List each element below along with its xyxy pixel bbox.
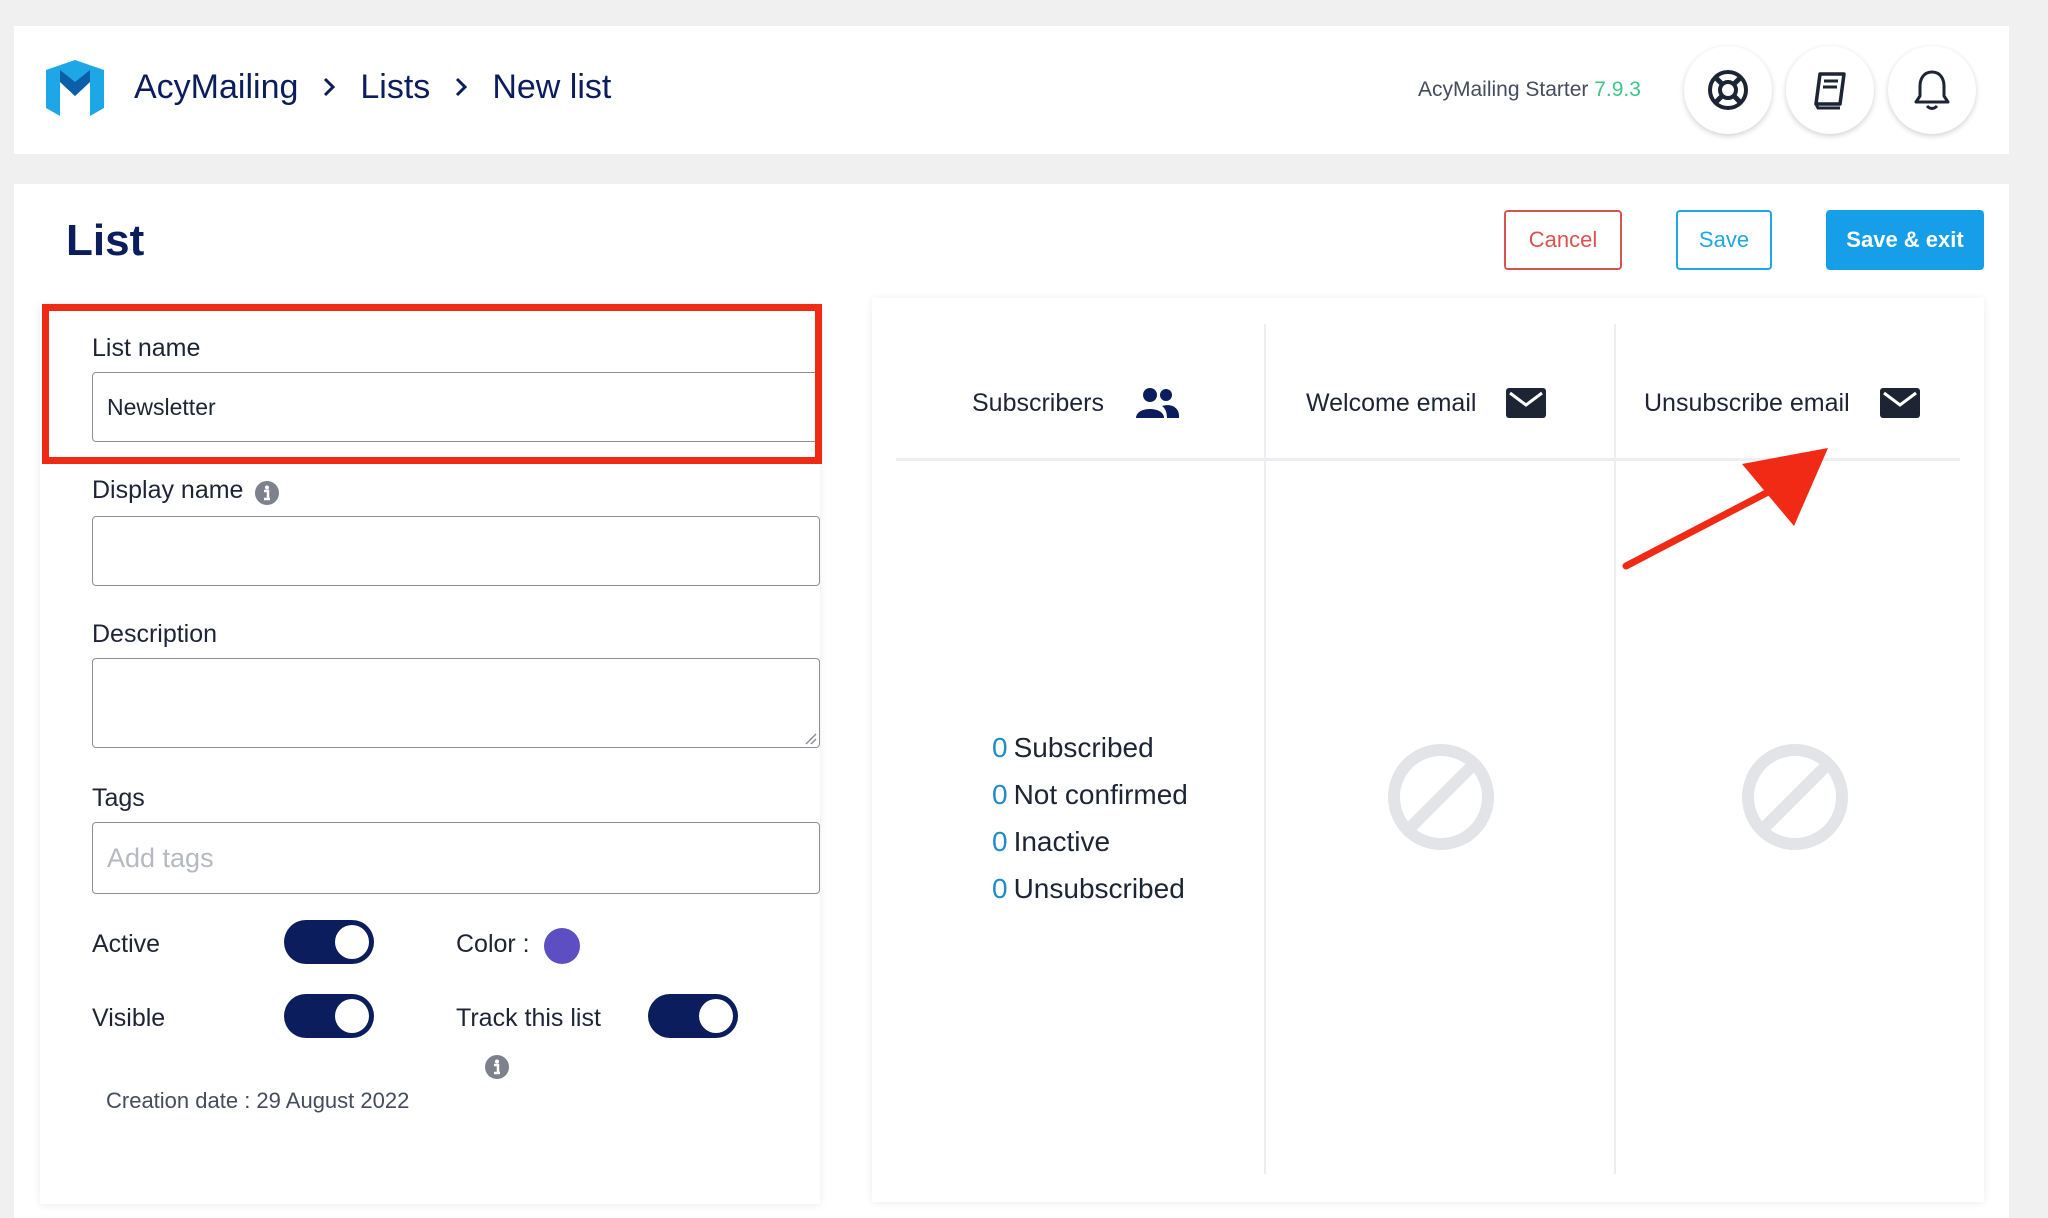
stat-inactive: 0 Inactive	[992, 826, 1110, 858]
resize-handle-icon[interactable]	[802, 730, 818, 746]
save-exit-button[interactable]: Save & exit	[1826, 210, 1984, 270]
info-icon[interactable]	[484, 1054, 510, 1080]
creation-date: Creation date : 29 August 2022	[106, 1088, 410, 1113]
disabled-icon	[1388, 744, 1494, 850]
support-icon	[1708, 70, 1748, 110]
list-name-label: List name	[92, 334, 201, 362]
display-name-input[interactable]	[92, 516, 820, 586]
toggle-knob	[699, 999, 733, 1033]
version-number: 7.9.3	[1594, 78, 1641, 101]
stat-label: Unsubscribed	[1013, 873, 1185, 904]
support-button[interactable]	[1684, 46, 1772, 134]
header-divider	[896, 458, 1960, 461]
toggle-knob	[335, 999, 369, 1033]
version-info: AcyMailing Starter 7.9.3	[1418, 78, 1641, 102]
visible-label: Visible	[92, 1004, 166, 1032]
breadcrumb-acymailing[interactable]: AcyMailing	[134, 68, 298, 107]
unsubscribe-email-heading: Unsubscribe email	[1644, 388, 1850, 417]
users-icon	[1136, 388, 1180, 418]
list-form-panel: List name Newsletter Display name Descri…	[40, 304, 820, 1204]
documentation-button[interactable]	[1786, 46, 1874, 134]
column-divider	[1614, 324, 1616, 1174]
column-divider	[1264, 324, 1266, 1174]
chevron-right-icon	[456, 77, 468, 97]
stat-not-confirmed: 0 Not confirmed	[992, 779, 1188, 811]
color-picker[interactable]	[544, 928, 580, 964]
subscribers-heading: Subscribers	[972, 388, 1104, 417]
toggle-knob	[335, 925, 369, 959]
breadcrumb-new-list: New list	[492, 67, 612, 106]
page-title: List	[66, 216, 145, 265]
stat-label: Subscribed	[1013, 732, 1154, 763]
unsubscribe-email-column-header: Unsubscribe email	[1644, 378, 1920, 428]
description-label: Description	[92, 620, 218, 648]
track-list-label: Track this list	[456, 1004, 601, 1032]
subscribers-column-header: Subscribers	[972, 378, 1180, 428]
welcome-email-column-header: Welcome email	[1306, 378, 1547, 428]
stat-count: 0	[992, 873, 1008, 904]
envelope-icon	[1879, 388, 1920, 418]
list-stats-panel: Subscribers Welcome email Unsubscribe em…	[872, 298, 1984, 1202]
notification-bell-icon	[1914, 70, 1950, 110]
tags-input[interactable]: Add tags	[92, 822, 820, 894]
chevron-right-icon	[324, 77, 336, 97]
main-card: List Cancel Save Save & exit List name N…	[14, 184, 2009, 1218]
description-textarea[interactable]	[92, 658, 820, 748]
cancel-button[interactable]: Cancel	[1504, 210, 1622, 270]
stat-count: 0	[992, 732, 1008, 763]
track-list-toggle[interactable]	[648, 994, 738, 1038]
stat-label: Inactive	[1013, 826, 1111, 857]
notifications-button[interactable]	[1888, 46, 1976, 134]
list-name-input[interactable]: Newsletter	[92, 372, 820, 442]
active-label: Active	[92, 930, 161, 958]
breadcrumb-lists[interactable]: Lists	[360, 68, 430, 107]
stat-label: Not confirmed	[1013, 779, 1188, 810]
stat-count: 0	[992, 779, 1008, 810]
display-name-label: Display name	[92, 476, 244, 504]
stat-count: 0	[992, 826, 1008, 857]
stat-subscribed: 0 Subscribed	[992, 732, 1154, 764]
top-header: AcyMailing Lists New list AcyMailing Sta…	[14, 26, 2009, 154]
stat-unsubscribed: 0 Unsubscribed	[992, 873, 1185, 905]
save-button[interactable]: Save	[1676, 210, 1772, 270]
envelope-icon	[1506, 388, 1547, 418]
info-icon[interactable]	[254, 480, 280, 506]
breadcrumb: AcyMailing Lists New list	[134, 62, 611, 112]
welcome-email-heading: Welcome email	[1306, 388, 1477, 417]
disabled-icon	[1742, 744, 1848, 850]
version-label: AcyMailing Starter	[1418, 78, 1589, 101]
visible-toggle[interactable]	[284, 994, 374, 1038]
active-toggle[interactable]	[284, 920, 374, 964]
tags-label: Tags	[92, 784, 145, 812]
acymailing-logo[interactable]	[42, 56, 108, 118]
documentation-icon	[1814, 72, 1846, 110]
color-label: Color :	[456, 930, 530, 958]
